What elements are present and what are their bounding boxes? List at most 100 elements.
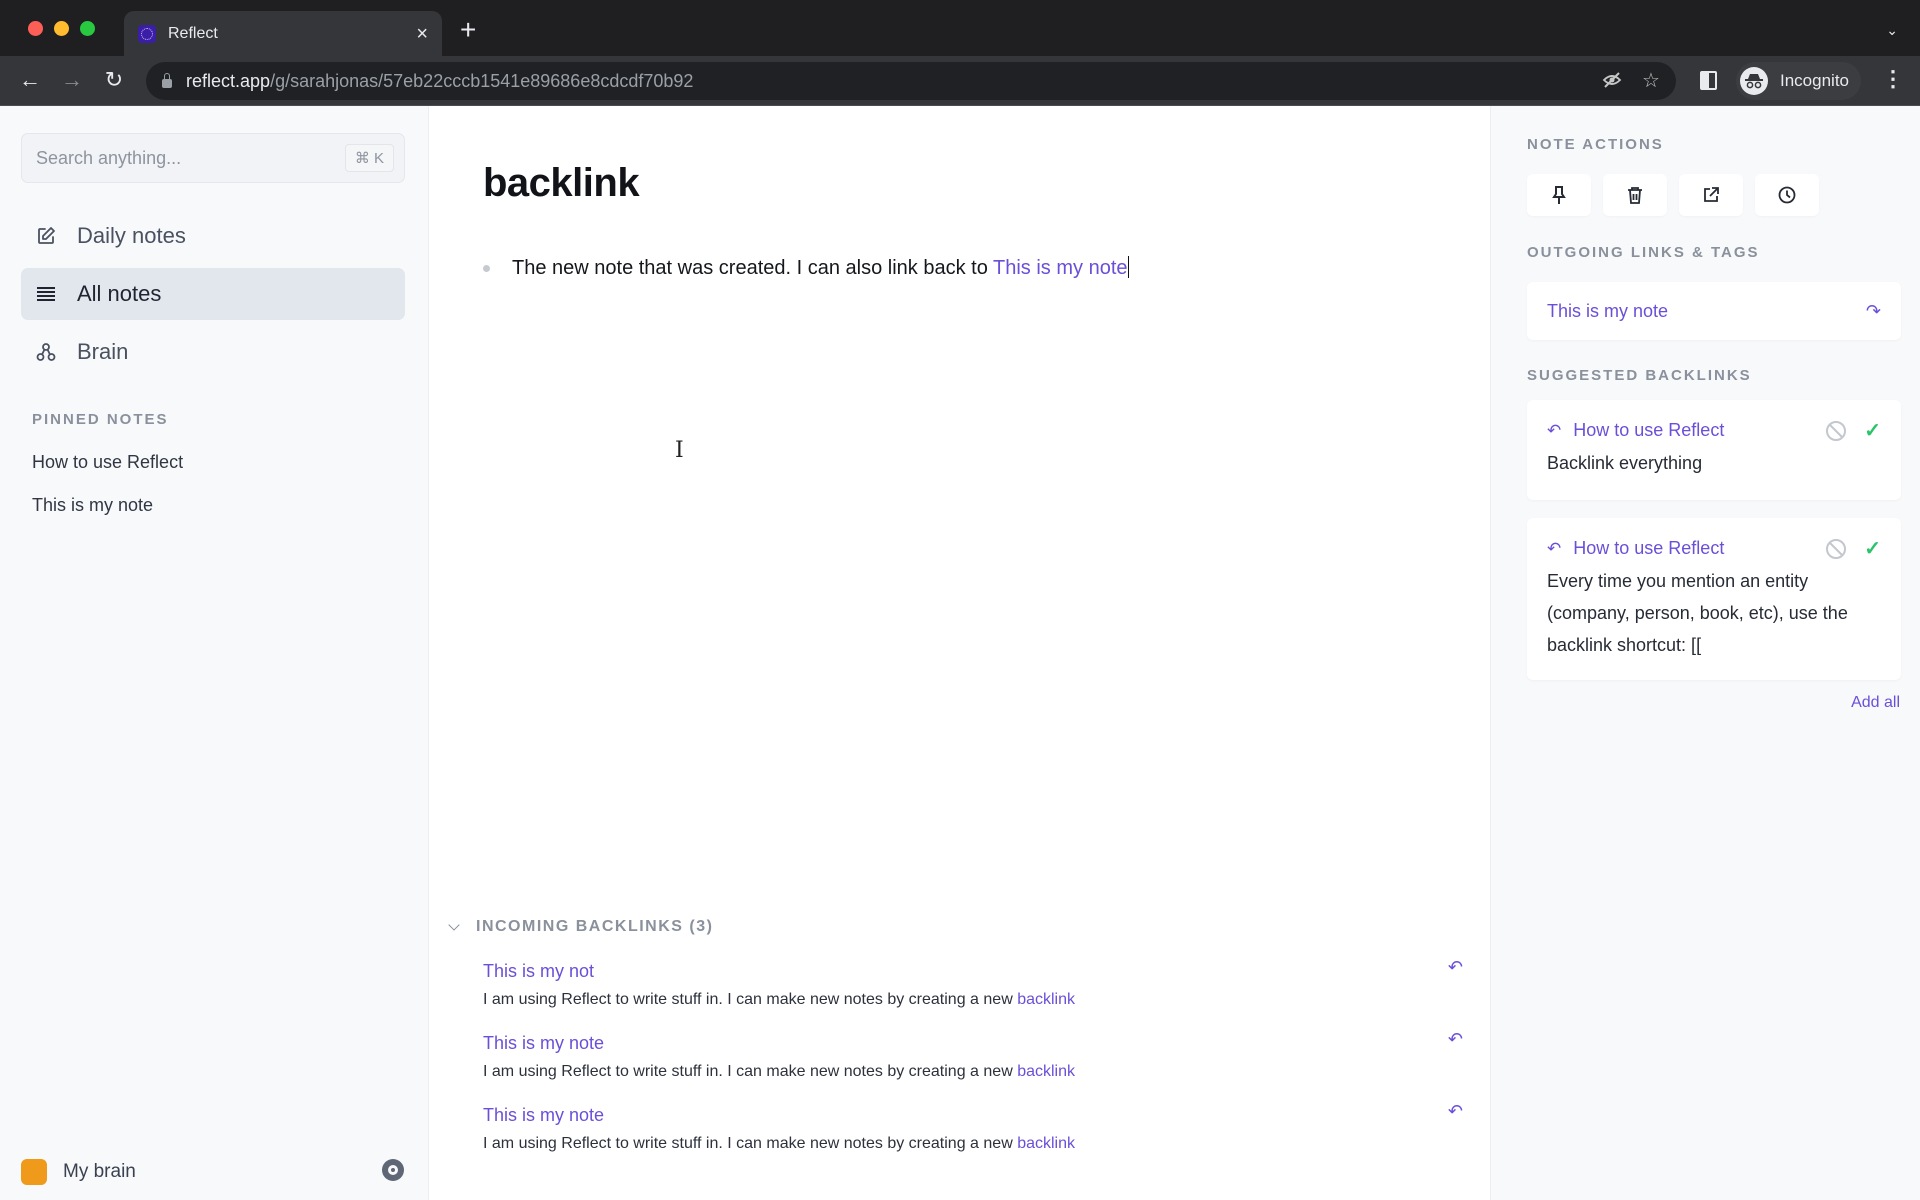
search-placeholder: Search anything... (36, 147, 182, 168)
outgoing-link[interactable]: This is my note ↷ (1527, 282, 1901, 340)
workspace-switcher[interactable]: My brain (21, 1159, 136, 1185)
window-minimize-button[interactable] (54, 21, 69, 36)
suggested-backlink-card: ↶ How to use Reflect ✓ Every time you me… (1527, 518, 1901, 680)
workspace-color-swatch (21, 1159, 47, 1185)
left-sidebar: Search anything... ⌘ K Daily notes All n… (0, 106, 429, 1200)
pin-note-button[interactable] (1527, 174, 1591, 216)
url-host: reflect.app (186, 70, 271, 91)
search-shortcut-badge: ⌘ K (344, 144, 394, 172)
graph-icon (35, 341, 57, 363)
browser-menu-kebab-icon[interactable]: ⋮ (1882, 66, 1904, 92)
reply-arrow-icon[interactable]: ↶ (1448, 957, 1463, 978)
sidebar-item-all-notes[interactable]: All notes (21, 268, 405, 320)
external-link-icon (1704, 187, 1719, 202)
incoming-backlinks-toggle[interactable]: INCOMING BACKLINKS (3) (448, 918, 714, 936)
tab-title: Reflect (168, 24, 218, 42)
help-lifebuoy-icon[interactable] (382, 1159, 404, 1181)
ignore-suggestion-icon[interactable] (1826, 538, 1847, 559)
edit-icon (35, 225, 57, 247)
incognito-icon (1740, 67, 1768, 95)
accept-suggestion-check-icon[interactable]: ✓ (1864, 536, 1881, 561)
new-tab-button[interactable]: + (460, 16, 476, 44)
url-path: /g/sarahjonas/57eb22cccb1541e89686e8cdcd… (270, 70, 694, 91)
incoming-backlink-item: This is my note ↶ I am using Reflect to … (483, 1101, 1463, 1153)
backlink-title[interactable]: This is my not (483, 961, 594, 982)
backlink-snippet-text: I am using Reflect to write stuff in. I … (483, 991, 1018, 1008)
browser-tab[interactable]: Reflect × (124, 11, 442, 56)
pin-icon (1552, 186, 1566, 204)
backlink-title[interactable]: This is my note (483, 1033, 604, 1054)
reflect-favicon-icon (138, 24, 156, 43)
bullet-text[interactable]: The new note that was created. I can als… (512, 256, 1129, 280)
backlink-snippet: I am using Reflect to write stuff in. I … (483, 1063, 1463, 1081)
note-history-button[interactable] (1755, 174, 1819, 216)
pinned-note[interactable]: How to use Reflect (32, 452, 183, 473)
workspace-name: My brain (63, 1161, 136, 1182)
tab-search-chevron-icon[interactable]: ⌄ (1886, 22, 1898, 39)
suggested-snippet: Backlink everything (1547, 453, 1703, 473)
address-bar[interactable]: reflect.app/g/sarahjonas/57eb22cccb1541e… (146, 62, 1676, 100)
bullet-dot-icon (483, 264, 490, 272)
back-arrow-icon[interactable]: ← (16, 66, 44, 94)
pinned-note[interactable]: This is my note (32, 495, 153, 516)
sidebar-item-label: All notes (77, 281, 162, 306)
clock-icon (1778, 186, 1796, 204)
outgoing-links-heading: OUTGOING LINKS & TAGS (1527, 244, 1760, 261)
delete-note-button[interactable] (1603, 174, 1667, 216)
sidebar-item-daily-notes[interactable]: Daily notes (21, 210, 405, 262)
reply-arrow-icon[interactable]: ↶ (1448, 1101, 1463, 1122)
backlink-snippet-text: I am using Reflect to write stuff in. I … (483, 1063, 1018, 1080)
right-panel: NOTE ACTIONS OUTGOING LINKS & TAGS This … (1490, 106, 1920, 1200)
suggested-backlink-card: ↶ How to use Reflect ✓ Backlink everythi… (1527, 400, 1901, 500)
incoming-backlink-item: This is my note ↶ I am using Reflect to … (483, 1029, 1463, 1081)
suggested-note-title[interactable]: How to use Reflect (1573, 420, 1826, 441)
reload-icon[interactable]: ↻ (100, 66, 128, 94)
pinned-notes-heading: PINNED NOTES (32, 411, 169, 428)
outgoing-link-label: This is my note (1547, 300, 1669, 321)
accept-suggestion-check-icon[interactable]: ✓ (1864, 418, 1881, 443)
suggested-snippet: Every time you mention an entity (compan… (1547, 571, 1848, 655)
bullet-text-content: The new note that was created. I can als… (512, 257, 994, 279)
snippet-link[interactable]: backlink (1017, 1135, 1075, 1152)
sidebar-item-brain[interactable]: Brain (21, 326, 405, 378)
bookmark-star-icon[interactable]: ☆ (1642, 68, 1660, 93)
reply-arrow-icon: ↶ (1547, 420, 1562, 440)
backlink-title[interactable]: This is my note (483, 1105, 604, 1126)
search-input[interactable]: Search anything... ⌘ K (21, 133, 405, 183)
snippet-link[interactable]: backlink (1017, 1063, 1075, 1080)
incoming-backlink-item: This is my not ↶ I am using Reflect to w… (483, 957, 1463, 1009)
sidebar-item-label: Daily notes (77, 223, 186, 248)
forward-arrow-icon[interactable]: → (58, 66, 86, 94)
ibeam-cursor-icon: I (675, 438, 684, 463)
snippet-link[interactable]: backlink (1017, 991, 1075, 1008)
note-editor: backlink The new note that was created. … (430, 106, 1490, 1200)
window-close-button[interactable] (28, 21, 43, 36)
suggested-backlinks-heading: SUGGESTED BACKLINKS (1527, 367, 1752, 384)
side-panel-icon[interactable] (1700, 71, 1717, 90)
open-external-button[interactable] (1679, 174, 1743, 216)
incognito-label: Incognito (1780, 71, 1849, 90)
browser-tab-bar: Reflect × + ⌄ (0, 0, 1920, 56)
tab-close-icon[interactable]: × (416, 24, 428, 44)
backlink-snippet-text: I am using Reflect to write stuff in. I … (483, 1135, 1018, 1152)
reply-arrow-icon: ↶ (1547, 538, 1562, 558)
sidebar-item-label: Brain (77, 339, 129, 364)
note-bullet[interactable]: The new note that was created. I can als… (483, 256, 1129, 280)
suggested-note-title[interactable]: How to use Reflect (1573, 538, 1826, 559)
backlink-snippet: I am using Reflect to write stuff in. I … (483, 991, 1463, 1009)
reflect-app: Search anything... ⌘ K Daily notes All n… (0, 106, 1920, 1200)
forward-arrow-icon: ↷ (1865, 300, 1881, 321)
incoming-backlinks-heading: INCOMING BACKLINKS (3) (476, 918, 714, 935)
browser-toolbar: ← → ↻ reflect.app/g/sarahjonas/57eb22ccc… (0, 56, 1920, 106)
reply-arrow-icon[interactable]: ↶ (1448, 1029, 1463, 1050)
trash-icon (1628, 187, 1642, 204)
ignore-suggestion-icon[interactable] (1826, 420, 1847, 441)
tracking-blocked-eye-icon[interactable] (1602, 70, 1622, 95)
backlink-snippet: I am using Reflect to write stuff in. I … (483, 1135, 1463, 1153)
add-all-button[interactable]: Add all (1851, 694, 1900, 712)
window-zoom-button[interactable] (80, 21, 95, 36)
inline-backlink[interactable]: This is my note (993, 257, 1127, 279)
note-title[interactable]: backlink (483, 161, 640, 206)
text-caret (1127, 256, 1129, 278)
incognito-profile-button[interactable]: Incognito (1736, 62, 1861, 100)
